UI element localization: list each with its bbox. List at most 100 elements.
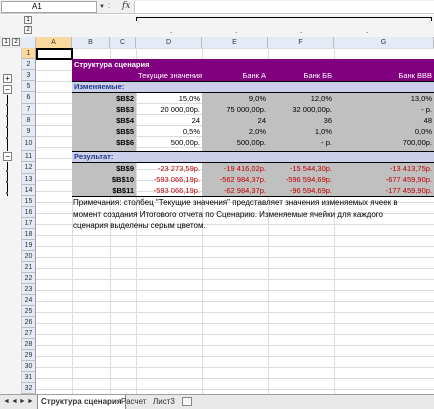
result-cell-value[interactable]: -96 594,69р. — [268, 185, 334, 196]
result-cell-value[interactable]: -13 413,75р. — [334, 163, 434, 174]
result-cell-value[interactable]: -23 273,59р. — [136, 163, 202, 174]
row-header[interactable]: 3 — [22, 70, 36, 81]
row-header[interactable]: 21 — [22, 262, 36, 273]
row-header[interactable]: 17 — [22, 218, 36, 229]
row-header[interactable]: 8 — [22, 115, 36, 126]
row-header[interactable]: 13 — [22, 174, 36, 185]
name-box[interactable]: A1 — [1, 1, 97, 13]
row-header[interactable]: 29 — [22, 350, 36, 361]
changing-cell-value[interactable]: 24 — [202, 115, 268, 126]
changing-cell-value[interactable]: - р. — [268, 137, 334, 151]
row-header[interactable]: 27 — [22, 328, 36, 339]
col-outline-level-2[interactable]: 2 — [24, 26, 32, 34]
row-header[interactable]: 24 — [22, 295, 36, 306]
changing-cell-value[interactable]: 24 — [136, 115, 202, 126]
column-group-bracket[interactable] — [136, 17, 432, 21]
result-cell-value[interactable]: -177 459,90р. — [334, 185, 434, 196]
column-header-g[interactable]: G — [334, 37, 434, 48]
column-header-d[interactable]: D — [136, 37, 202, 48]
changing-cell-value[interactable]: 15,0% — [136, 93, 202, 104]
row-header[interactable]: 22 — [22, 273, 36, 284]
tab-calculation[interactable]: Расчет — [118, 395, 149, 409]
result-cell-value[interactable]: -596 594,69р. — [268, 174, 334, 185]
first-sheet-icon[interactable]: ◄ — [3, 398, 10, 405]
report-title[interactable]: Структура сценария — [72, 59, 434, 70]
row-header[interactable]: 30 — [22, 361, 36, 372]
changing-cell-ref[interactable]: $B$2 — [72, 93, 136, 104]
changing-cell-ref[interactable]: $B$4 — [72, 115, 136, 126]
changing-cell-value[interactable]: 12,0% — [268, 93, 334, 104]
active-cell-a1[interactable] — [36, 48, 73, 60]
changing-cell-value[interactable]: 36 — [268, 115, 334, 126]
changing-cell-ref[interactable]: $B$3 — [72, 104, 136, 115]
result-cell-value[interactable]: -19 416,02р. — [202, 163, 268, 174]
row-header[interactable]: 9 — [22, 126, 36, 137]
changing-cells-label[interactable]: Изменяемые: — [72, 82, 434, 92]
row-header[interactable]: 16 — [22, 207, 36, 218]
result-cell-value[interactable]: -593 066,19р. — [136, 174, 202, 185]
row-header[interactable]: 26 — [22, 317, 36, 328]
changing-cell-value[interactable]: 20 000,00р. — [136, 104, 202, 115]
row-header[interactable]: 11 — [22, 151, 36, 162]
row-header[interactable]: 5 — [22, 81, 36, 92]
column-header-e[interactable]: E — [202, 37, 268, 48]
row-header[interactable]: 10 — [22, 137, 36, 151]
header-cell-bc[interactable] — [72, 70, 136, 81]
row-header[interactable]: 6 — [22, 92, 36, 104]
changing-cell-value[interactable]: 500,00р. — [202, 137, 268, 151]
row-header[interactable]: 7 — [22, 104, 36, 115]
changing-cell-value[interactable]: 48 — [334, 115, 434, 126]
changing-cell-value[interactable]: - р. — [334, 104, 434, 115]
last-sheet-icon[interactable]: ► — [27, 398, 34, 405]
column-header-a[interactable]: A — [36, 37, 72, 48]
prev-sheet-icon[interactable]: ◄ — [11, 398, 18, 405]
collapse-group-button[interactable]: − — [3, 85, 12, 94]
result-cell-value[interactable]: -593 066,19р. — [136, 185, 202, 196]
chevron-down-icon[interactable]: ▼ — [99, 4, 105, 10]
result-cell-ref[interactable]: $B$9 — [72, 163, 136, 174]
changing-cell-ref[interactable]: $B$5 — [72, 126, 136, 137]
column-header-c[interactable]: C — [110, 37, 136, 48]
select-all-corner[interactable] — [22, 37, 36, 48]
row-header[interactable]: 18 — [22, 229, 36, 240]
result-cell-ref[interactable]: $B$11 — [72, 185, 136, 196]
row-header[interactable]: 20 — [22, 251, 36, 262]
tab-structure[interactable]: Структура сценария — [37, 395, 126, 409]
row-header[interactable]: 2 — [22, 59, 36, 70]
changing-cell-value[interactable]: 0,5% — [136, 126, 202, 137]
changing-cell-value[interactable]: 9,0% — [202, 93, 268, 104]
row-header[interactable]: 1 — [22, 48, 36, 59]
expand-group-button[interactable]: + — [3, 74, 12, 83]
changing-cell-value[interactable]: 500,00р. — [136, 137, 202, 151]
row-header[interactable]: 23 — [22, 284, 36, 295]
result-cell-value[interactable]: -677 459,90р. — [334, 174, 434, 185]
row-header[interactable]: 25 — [22, 306, 36, 317]
result-cell-value[interactable]: -15 544,30р. — [268, 163, 334, 174]
changing-cell-value[interactable]: 32 000,00р. — [268, 104, 334, 115]
row-header[interactable]: 14 — [22, 185, 36, 196]
insert-function-icon[interactable]: fx — [122, 1, 130, 11]
column-header-f[interactable]: F — [268, 37, 334, 48]
insert-sheet-icon[interactable] — [182, 397, 192, 406]
row-header[interactable]: 32 — [22, 383, 36, 394]
row-header[interactable]: 19 — [22, 240, 36, 251]
collapse-group-button[interactable]: − — [3, 152, 12, 161]
col-outline-level-1[interactable]: 1 — [24, 16, 32, 24]
column-header-b[interactable]: B — [72, 37, 110, 48]
changing-cell-value[interactable]: 2,0% — [202, 126, 268, 137]
changing-cell-value[interactable]: 1,0% — [268, 126, 334, 137]
tab-sheet3[interactable]: Лист3 — [150, 395, 178, 409]
result-cells-label[interactable]: Результат: — [72, 152, 434, 162]
header-current[interactable]: Текущие значения: — [136, 70, 202, 81]
changing-cell-value[interactable]: 700,00р. — [334, 137, 434, 151]
row-header[interactable]: 31 — [22, 372, 36, 383]
formula-input[interactable] — [134, 1, 434, 13]
row-header[interactable]: 15 — [22, 196, 36, 207]
result-cell-value[interactable]: -62 984,37р. — [202, 185, 268, 196]
header-bank-a[interactable]: Банк А — [202, 70, 268, 81]
header-bank-vvv[interactable]: Банк ВВВ — [334, 70, 434, 81]
result-cell-value[interactable]: -562 984,37р. — [202, 174, 268, 185]
changing-cell-value[interactable]: 13,0% — [334, 93, 434, 104]
next-sheet-icon[interactable]: ► — [19, 398, 26, 405]
changing-cell-value[interactable]: 75 000,00р. — [202, 104, 268, 115]
